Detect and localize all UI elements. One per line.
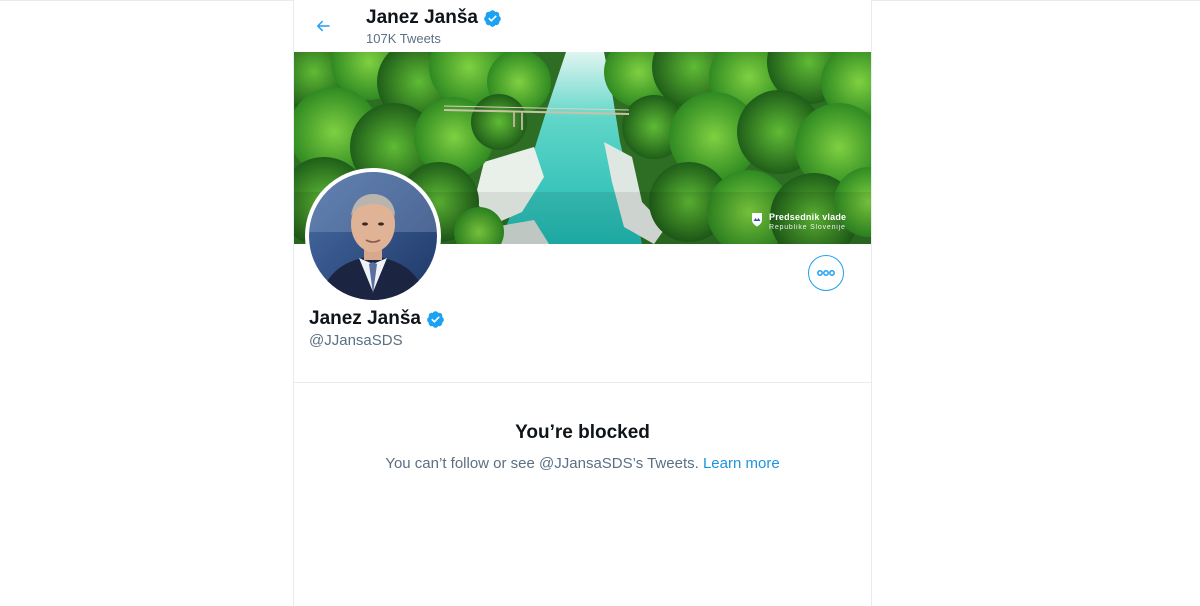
header-title: Janez Janša <box>366 7 502 29</box>
back-button[interactable] <box>308 11 338 41</box>
section-divider <box>294 382 871 383</box>
profile-column: Janez Janša 107K Tweets Predsednik vlade… <box>293 0 872 606</box>
profile-name: Janez Janša <box>309 307 445 331</box>
blocked-message-text: You can’t follow or see @JJansaSDS’s Twe… <box>385 455 703 472</box>
slovenia-crest-icon <box>752 213 762 227</box>
profile-header: Janez Janša 107K Tweets <box>294 0 871 51</box>
learn-more-link[interactable]: Learn more <box>703 455 780 472</box>
blocked-message: You can’t follow or see @JJansaSDS’s Twe… <box>294 454 871 474</box>
avatar[interactable] <box>305 168 441 304</box>
more-dots-icon <box>817 270 835 276</box>
arrow-left-icon <box>317 20 330 32</box>
watermark-subtitle: Republike Slovenije <box>769 224 846 231</box>
profile-display-name: Janez Janša <box>309 308 421 329</box>
profile-handle: @JJansaSDS <box>309 332 403 349</box>
watermark-title: Predsednik vlade <box>769 212 847 222</box>
verified-badge-icon <box>427 310 444 328</box>
banner-watermark: Predsednik vlade Republike Slovenije <box>751 212 846 233</box>
header-display-name: Janez Janša <box>366 7 478 28</box>
more-options-button[interactable] <box>808 255 844 291</box>
verified-badge-icon <box>484 9 501 27</box>
avatar-photo <box>309 172 437 300</box>
tweet-count: 107K Tweets <box>366 31 441 46</box>
blocked-title: You’re blocked <box>515 422 650 443</box>
